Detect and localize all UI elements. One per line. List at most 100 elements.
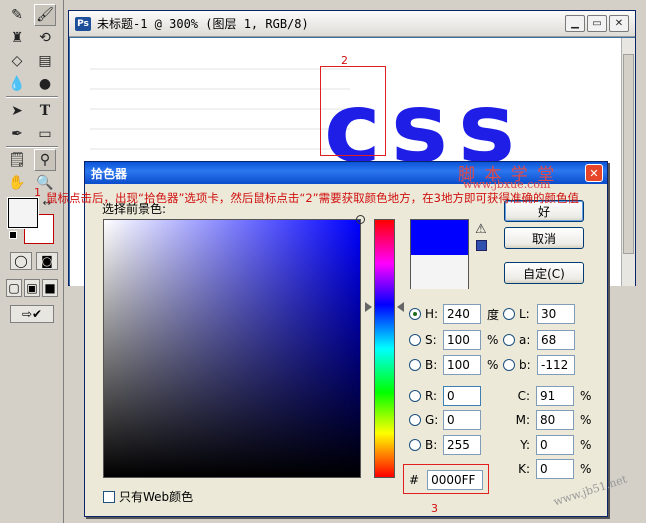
close-icon[interactable]: ✕	[609, 15, 629, 32]
history-brush-icon[interactable]: ⟲	[34, 27, 56, 49]
black-field[interactable]: 0	[536, 459, 574, 479]
color-preview	[410, 219, 469, 289]
lab-a-radio[interactable]	[503, 334, 515, 346]
dodge-tool-icon[interactable]: ●	[34, 73, 56, 95]
lab-l-field[interactable]: 30	[537, 304, 575, 324]
brightness-row: B: 100 %	[409, 354, 498, 376]
foreground-color-swatch[interactable]	[7, 197, 39, 229]
watermark-url: www.jbxue.com	[463, 178, 551, 191]
magenta-field[interactable]: 80	[536, 410, 574, 430]
yellow-label: Y:	[520, 438, 530, 452]
web-safe-cube-icon[interactable]	[476, 240, 487, 251]
rectangle-tool-icon[interactable]: ▭	[34, 123, 56, 145]
saturation-field[interactable]: 100	[443, 330, 481, 350]
blue-field[interactable]: 255	[443, 435, 481, 455]
gradient-tool-icon[interactable]: ▤	[34, 50, 56, 72]
brightness-label: B:	[425, 358, 438, 372]
magenta-unit: %	[580, 413, 592, 427]
red-field[interactable]: 0	[443, 386, 481, 406]
cyan-label: C:	[517, 389, 530, 403]
jump-to-imageready-icon[interactable]: ⇨✔	[10, 305, 54, 323]
red-row: R: 0	[409, 385, 481, 407]
screen-mode-3-icon[interactable]: ■	[42, 279, 58, 297]
magenta-label: M:	[515, 413, 530, 427]
document-titlebar[interactable]: Ps 未标题-1 @ 300% (图层 1, RGB/8) ▁ ▭ ✕	[69, 11, 635, 37]
hue-field[interactable]: 240	[443, 304, 481, 324]
web-only-label: 只有Web颜色	[119, 490, 194, 504]
eyedropper-tool-icon[interactable]: ⚲	[34, 149, 56, 171]
red-label: R:	[425, 389, 438, 403]
color-field-handle[interactable]	[356, 215, 365, 224]
quick-mask-mode-icon[interactable]: ◙	[36, 252, 58, 270]
lab-a-label: a:	[519, 333, 531, 347]
hue-slider-left-arrow[interactable]	[365, 302, 372, 312]
cyan-unit: %	[580, 389, 592, 403]
gamut-warning-icon[interactable]: ⚠	[475, 222, 487, 237]
lab-b-radio[interactable]	[503, 359, 515, 371]
pen-tool-icon[interactable]: ✒	[6, 123, 28, 145]
eraser-tool-icon[interactable]: ◇	[6, 50, 28, 72]
black-unit: %	[580, 462, 592, 476]
current-color-swatch[interactable]	[411, 255, 468, 289]
stamp-tool-icon[interactable]: ♜	[6, 27, 28, 49]
lab-b-row: b: -112	[503, 354, 575, 376]
saturation-radio[interactable]	[409, 334, 421, 346]
yellow-field[interactable]: 0	[536, 435, 574, 455]
black-label: K:	[518, 462, 530, 476]
toolbox: ✎ 🖌 ♜ ⟲ ◇ ▤ 💧 ● ➤ T ✒ ▭ 🗒 ⚲ ✋ 🔍 ↔ ◯ ◙ ▢ …	[0, 0, 64, 523]
blur-tool-icon[interactable]: 💧	[6, 73, 28, 95]
pencil-icon[interactable]: ✎	[6, 4, 28, 26]
lab-l-radio[interactable]	[503, 308, 515, 320]
blue-row: B: 255	[409, 434, 481, 456]
screen-mode-1-icon[interactable]: ▢	[6, 279, 22, 297]
brush-tool-icon[interactable]: 🖌	[34, 4, 56, 26]
dialog-close-icon[interactable]: ✕	[585, 164, 603, 182]
hex-field[interactable]: 0000FF	[427, 470, 484, 490]
marker-1-label: 1	[34, 186, 41, 199]
custom-button[interactable]: 自定(C)	[504, 262, 584, 284]
green-field[interactable]: 0	[443, 410, 481, 430]
lab-l-row: L: 30	[503, 303, 575, 325]
hue-slider[interactable]	[374, 219, 395, 478]
web-only-checkbox[interactable]	[103, 490, 115, 503]
green-label: G:	[425, 413, 439, 427]
default-colors-icon[interactable]	[9, 231, 17, 239]
lab-b-label: b:	[519, 358, 531, 372]
maximize-icon[interactable]: ▭	[587, 15, 607, 32]
cancel-button[interactable]: 取消	[504, 227, 584, 249]
hue-slider-right-arrow[interactable]	[397, 302, 404, 312]
magenta-row: M: 80 %	[508, 409, 591, 431]
lab-l-label: L:	[519, 307, 530, 321]
cyan-row: C: 91 %	[508, 385, 591, 407]
green-radio[interactable]	[409, 414, 421, 426]
hand-tool-icon[interactable]: ✋	[6, 172, 28, 194]
hue-radio[interactable]	[409, 308, 421, 320]
web-only-option[interactable]: 只有Web颜色	[103, 488, 193, 505]
hex-row: # 0000FF	[409, 470, 484, 490]
type-tool-icon[interactable]: T	[34, 100, 56, 122]
vertical-scrollbar[interactable]	[621, 38, 635, 286]
dialog-title: 拾色器	[91, 166, 128, 181]
new-color-swatch	[411, 220, 468, 255]
blue-radio[interactable]	[409, 439, 421, 451]
instruction-annotation: 鼠标点击后，出现“拾色器”选项卡，然后鼠标点击“2”需要获取颜色地方，在3地方即…	[46, 191, 579, 205]
brightness-field[interactable]: 100	[443, 355, 481, 375]
saturation-brightness-field[interactable]	[103, 215, 365, 478]
black-row: K: 0 %	[508, 458, 591, 480]
sample-region-marker	[320, 66, 386, 156]
saturation-row: S: 100 %	[409, 329, 498, 351]
notes-tool-icon[interactable]: 🗒	[6, 149, 28, 171]
photoshop-doc-icon: Ps	[75, 16, 91, 31]
path-select-icon[interactable]: ➤	[6, 100, 28, 122]
lab-a-field[interactable]: 68	[537, 330, 575, 350]
screen-mode-2-icon[interactable]: ▣	[24, 279, 40, 297]
brightness-unit: %	[487, 358, 499, 372]
red-radio[interactable]	[409, 390, 421, 402]
document-title: 未标题-1 @ 300% (图层 1, RGB/8)	[97, 17, 309, 31]
hex-label: #	[409, 473, 420, 487]
standard-mode-icon[interactable]: ◯	[10, 252, 32, 270]
cyan-field[interactable]: 91	[536, 386, 574, 406]
lab-b-field[interactable]: -112	[537, 355, 575, 375]
minimize-icon[interactable]: ▁	[565, 15, 585, 32]
brightness-radio[interactable]	[409, 359, 421, 371]
